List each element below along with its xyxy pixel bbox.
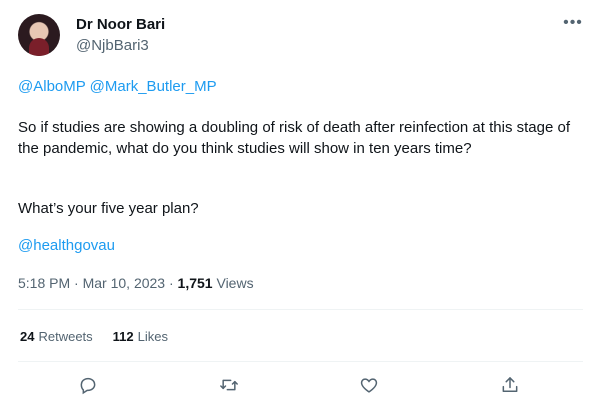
likes-stat[interactable]: 112 Likes: [113, 329, 168, 344]
mention-mark-butler-link[interactable]: @Mark_Butler_MP: [90, 78, 217, 95]
like-button[interactable]: [357, 373, 381, 397]
retweets-label: Retweets: [38, 329, 93, 344]
meta-separator: ·: [74, 275, 79, 291]
more-options-button[interactable]: •••: [562, 12, 584, 34]
mention-albomp-link[interactable]: @AlboMP: [18, 78, 85, 95]
author-handle[interactable]: @NjbBari3: [76, 37, 149, 54]
share-button[interactable]: [498, 373, 522, 397]
retweet-icon: [220, 379, 238, 391]
likes-count: 112: [112, 329, 134, 344]
tweet-meta: 5:18 PM · Mar 10, 2023 · 1,751 Views: [18, 275, 254, 291]
mention-healthgovau-link[interactable]: @healthgovau: [18, 237, 115, 254]
action-bar: [0, 370, 598, 400]
tweet-body: So if studies are showing a doubling of …: [18, 119, 570, 157]
engagement-stats: 24 Retweets 112 Likes: [20, 329, 168, 344]
meta-separator: ·: [168, 275, 174, 291]
divider: [18, 361, 583, 362]
views-count: 1,751: [177, 275, 213, 291]
tweet-question: What’s your five year plan?: [18, 200, 199, 217]
author-display-name[interactable]: Dr Noor Bari: [76, 16, 165, 33]
heart-icon: [360, 378, 378, 393]
tweet-date[interactable]: Mar 10, 2023: [83, 275, 166, 291]
more-icon: •••: [563, 14, 583, 31]
tweet-time[interactable]: 5:18 PM: [18, 275, 70, 291]
retweets-stat[interactable]: 24 Retweets: [20, 329, 93, 344]
reply-button[interactable]: [76, 373, 100, 397]
views-label: Views: [216, 275, 254, 291]
avatar[interactable]: [18, 14, 60, 56]
tweet-mentions: @AlboMP @Mark_Butler_MP: [18, 78, 217, 95]
retweets-count: 24: [20, 329, 35, 344]
divider: [18, 309, 583, 310]
retweet-button[interactable]: [217, 373, 241, 397]
share-icon: [502, 377, 518, 392]
likes-label: Likes: [137, 329, 169, 344]
reply-icon: [80, 377, 96, 395]
